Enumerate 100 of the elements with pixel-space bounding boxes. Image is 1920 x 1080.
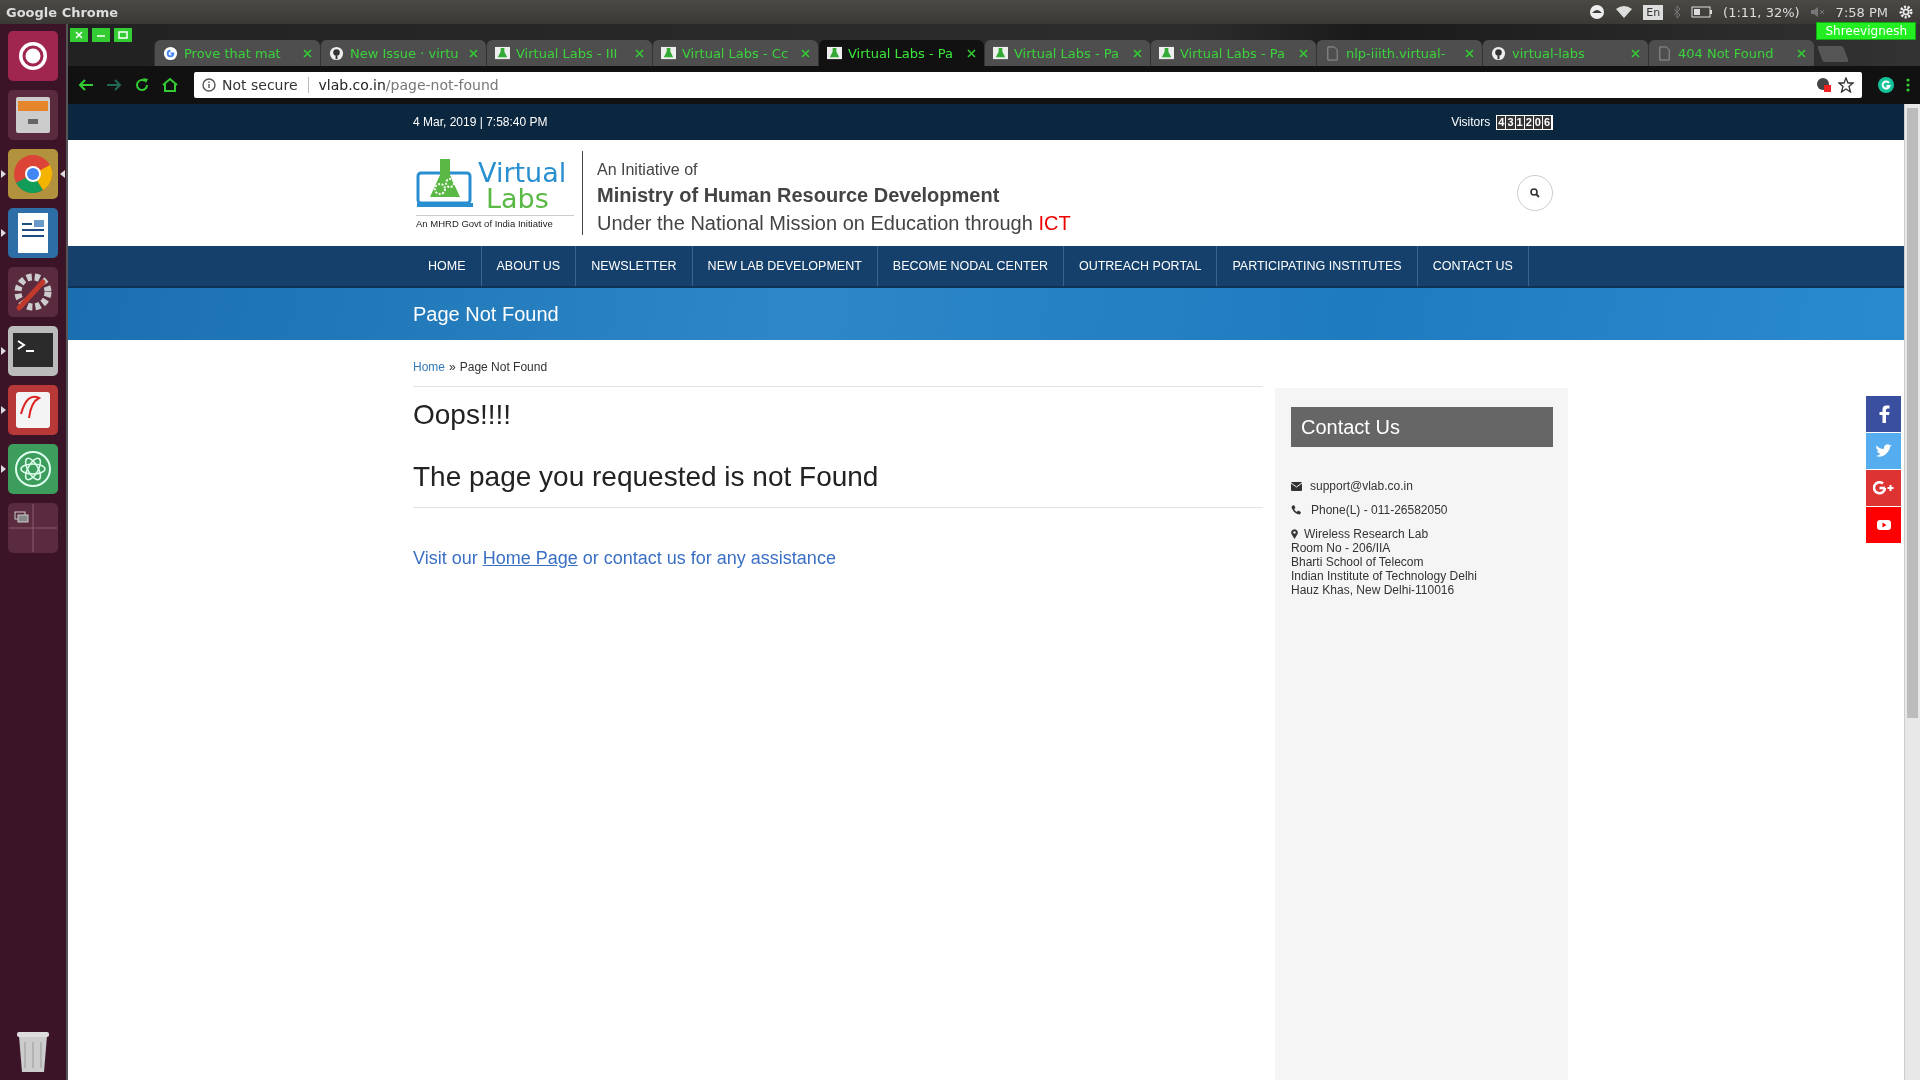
ministry-title: Ministry of Human Resource Development <box>597 184 1001 207</box>
close-tab-icon[interactable] <box>1299 48 1308 58</box>
security-status[interactable]: Not secure <box>222 77 298 93</box>
date-time: 4 Mar, 2019 | 7:58:40 PM <box>413 115 548 129</box>
nav-link[interactable]: NEWSLETTER <box>576 246 693 286</box>
social-button[interactable] <box>1866 396 1901 432</box>
address-line: Wireless Research Lab <box>1304 527 1429 541</box>
star-icon[interactable] <box>1838 77 1854 93</box>
close-tab-icon[interactable] <box>469 48 478 58</box>
nav-link[interactable]: NEW LAB DEVELOPMENT <box>692 246 878 286</box>
google-plus-icon <box>1872 481 1895 495</box>
visitor-counter: 4 3 1 2 0 6 <box>1496 114 1553 130</box>
keyboard-indicator[interactable]: En <box>1643 4 1664 20</box>
nav-link[interactable]: PARTICIPATING INSTITUTES <box>1217 246 1418 286</box>
social-button[interactable] <box>1866 507 1901 543</box>
browser-tab[interactable]: Virtual Labs - Pa <box>984 40 1150 66</box>
logo-text: Labs <box>485 186 550 212</box>
nav-link[interactable]: OUTREACH PORTAL <box>1063 246 1218 286</box>
wifi-icon[interactable] <box>1615 5 1634 19</box>
battery-icon[interactable] <box>1691 6 1714 18</box>
contact-phone: Phone(L) - 011-26582050 <box>1311 503 1448 517</box>
url-text: vlab.co.in/page-not-found <box>318 77 499 93</box>
page-icon <box>1325 45 1340 61</box>
flask-icon <box>661 45 676 61</box>
search-icon <box>1530 188 1540 198</box>
browser-tab[interactable]: nlp-iiith.virtual- <box>1316 40 1482 66</box>
grammarly-icon[interactable] <box>1878 77 1894 93</box>
app-title: Google Chrome <box>6 4 119 20</box>
contact-heading: Contact Us <box>1291 407 1553 447</box>
breadcrumb-link[interactable]: Home <box>413 360 445 374</box>
browser-tab[interactable]: Virtual Labs - Cc <box>652 40 818 66</box>
browser-tab[interactable]: virtual-labs <box>1482 40 1648 66</box>
error-heading: Oops!!!! <box>413 399 513 431</box>
play-icon <box>1875 517 1892 533</box>
browser-tab[interactable]: Virtual Labs - Pa <box>818 40 984 66</box>
browser-tab[interactable]: New Issue · virtu <box>320 40 486 66</box>
github-icon <box>329 45 344 61</box>
scrollbar[interactable] <box>1904 104 1920 1080</box>
nav-link[interactable]: ABOUT US <box>481 246 577 286</box>
page-icon <box>1657 45 1672 61</box>
close-tab-icon[interactable] <box>1133 48 1142 58</box>
flask-icon <box>993 45 1008 61</box>
help-message: Visit our Home Page or contact us for any assistance <box>413 548 837 569</box>
browser-tab[interactable]: Virtual Labs - III <box>486 40 652 66</box>
phone-icon <box>1291 505 1301 515</box>
scrollbar-thumb[interactable] <box>1907 108 1918 718</box>
bird-icon <box>1874 444 1893 458</box>
home-icon[interactable] <box>162 77 178 93</box>
info-icon[interactable] <box>202 78 216 92</box>
blocked-cookie-icon[interactable] <box>1816 77 1832 93</box>
workspaces-icon[interactable] <box>7 502 59 554</box>
close-tab-icon[interactable] <box>801 48 810 58</box>
error-subheading: The page you requested is not Found <box>413 461 880 493</box>
gear-icon[interactable] <box>1898 4 1914 20</box>
flask-icon <box>827 45 842 61</box>
search-button[interactable] <box>1517 175 1553 211</box>
close-tab-icon[interactable] <box>1797 48 1806 58</box>
initiative-text: An Initiative of <box>597 161 699 179</box>
back-icon[interactable] <box>78 77 94 93</box>
chrome-icon[interactable] <box>7 148 59 200</box>
document-icon[interactable] <box>7 207 59 259</box>
visitors-label: Visitors <box>1451 115 1491 129</box>
google-icon <box>163 45 178 61</box>
reload-icon[interactable] <box>134 77 150 93</box>
address-line: Indian Institute of Technology Delhi <box>1291 569 1478 583</box>
browser-tab[interactable]: Virtual Labs - Pa <box>1150 40 1316 66</box>
clock[interactable]: 7:58 PM <box>1835 4 1888 20</box>
flask-icon <box>1159 45 1174 61</box>
ubuntu-logo-icon[interactable] <box>7 30 59 82</box>
close-tab-icon[interactable] <box>303 48 312 58</box>
mission-text: Under the National Mission on Education through ICT <box>597 212 1071 235</box>
file-cabinet-icon[interactable] <box>7 89 59 141</box>
close-tab-icon[interactable] <box>635 48 644 58</box>
bluetooth-icon[interactable] <box>1673 5 1682 19</box>
contact-email: support@vlab.co.in <box>1310 479 1413 493</box>
atom-icon[interactable] <box>7 443 59 495</box>
logo-text: Virtual <box>478 160 568 186</box>
nav-link[interactable]: BECOME NODAL CENTER <box>877 246 1064 286</box>
browser-tab[interactable]: Prove that mat <box>154 40 320 66</box>
close-tab-icon[interactable] <box>967 48 976 58</box>
browser-tab[interactable]: 404 Not Found <box>1648 40 1814 66</box>
address-line: Bharti School of Telecom <box>1291 555 1425 569</box>
close-tab-icon[interactable] <box>1631 48 1640 58</box>
page-title: Page Not Found <box>413 302 559 325</box>
close-tab-icon[interactable] <box>1465 48 1474 58</box>
home-page-link[interactable]: Home Page <box>482 548 578 568</box>
social-button[interactable] <box>1866 470 1901 506</box>
logo-tagline: An MHRD Govt of India Initiative <box>416 215 574 229</box>
menu-icon[interactable] <box>1906 78 1910 92</box>
nav-link[interactable]: CONTACT US <box>1417 246 1529 286</box>
forward-icon[interactable] <box>106 77 122 93</box>
github-icon <box>1491 45 1506 61</box>
breadcrumb-separator: » <box>449 360 456 374</box>
nav-link[interactable]: HOME <box>413 246 482 286</box>
terminal-icon[interactable] <box>7 325 59 377</box>
address-bar[interactable]: Not secure vlab.co.in/page-not-found <box>194 72 1862 98</box>
pdf-reader-icon[interactable] <box>7 384 59 436</box>
battery-status[interactable]: (1:11, 32%) <box>1723 4 1800 20</box>
muted-speaker-icon[interactable] <box>1809 6 1826 18</box>
facebook-icon <box>1877 405 1890 423</box>
